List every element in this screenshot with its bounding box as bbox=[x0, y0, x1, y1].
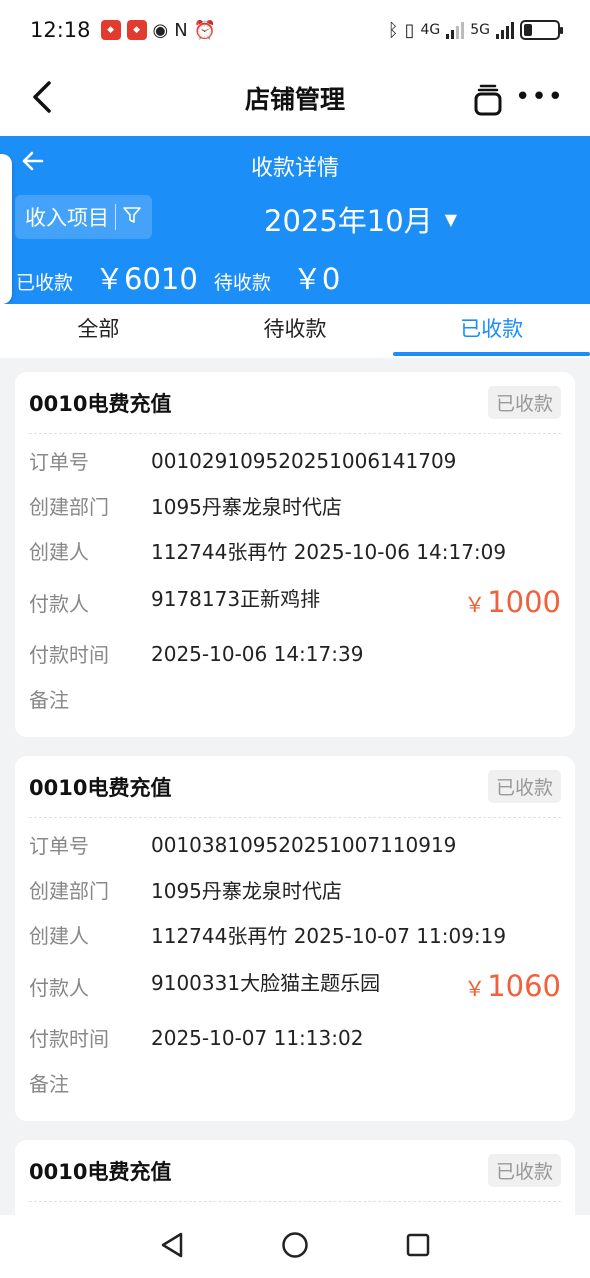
notification-icons: ◆ ◆ ◉ N ⏰ bbox=[100, 19, 217, 41]
order-no-label: 订单号 bbox=[29, 834, 89, 858]
creator-value: 112744张再竹 2025-10-07 11:09:19 bbox=[151, 924, 507, 948]
app-notification-icon: ◆ bbox=[100, 20, 121, 40]
filter-label: 收入项目 bbox=[25, 206, 109, 230]
summary-header: 收款详情 收入项目 2025年10月 ▼ 已收款 ￥6010 待收款 ￥0 bbox=[0, 136, 590, 304]
remark-label: 备注 bbox=[29, 688, 69, 712]
order-no-value: 001038109520251007110919 bbox=[151, 832, 457, 857]
status-badge: 已收款 bbox=[487, 386, 561, 419]
amount: ￥1000 bbox=[464, 585, 561, 619]
payer-label: 付款人 bbox=[29, 975, 89, 1000]
month-selector[interactable]: 2025年10月 ▼ bbox=[264, 198, 457, 240]
pay-time-row: 付款时间 2025-10-06 14:17:39 bbox=[29, 631, 561, 676]
remark-row: 备注 bbox=[29, 676, 561, 721]
payer-row: 付款人 9178173正新鸡排 ￥1000 bbox=[29, 573, 561, 631]
back-triangle-icon[interactable] bbox=[159, 1231, 185, 1263]
payer-row: 付款人 9100331大脸猫主题乐园 ￥1060 bbox=[29, 957, 561, 1015]
order-no-row: 订单号 001038109520251007110919 bbox=[29, 822, 561, 867]
system-icons: ᛒ ▯ 4G 5G bbox=[387, 19, 563, 41]
payer-value: 9178173正新鸡排 bbox=[151, 587, 321, 611]
card-header: 0010电费充值 已收款 bbox=[29, 756, 561, 818]
app-bar: 店铺管理 ••• bbox=[0, 60, 590, 136]
amount-value: 1000 bbox=[487, 585, 561, 619]
network-4g-label: 4G bbox=[420, 22, 441, 38]
item-name: 0010电费充值 bbox=[29, 1159, 172, 1184]
battery-level bbox=[524, 24, 532, 36]
pay-time-value: 2025-10-07 11:13:02 bbox=[151, 1025, 364, 1050]
remark-label: 备注 bbox=[29, 1072, 69, 1096]
dept-value: 1095丹寨龙泉时代店 bbox=[151, 879, 342, 903]
floating-side-handle[interactable] bbox=[0, 154, 12, 304]
tab-received[interactable]: 已收款 bbox=[393, 304, 590, 358]
pay-time-value: 2025-10-06 14:17:39 bbox=[151, 641, 364, 666]
more-horizontal-icon[interactable]: ••• bbox=[515, 82, 564, 112]
received-label: 已收款 bbox=[16, 272, 74, 294]
creator-label: 创建人 bbox=[29, 540, 89, 564]
amount-value: 1060 bbox=[487, 969, 561, 1003]
dept-row: 创建部门 1095丹寨龙泉时代店 bbox=[29, 483, 561, 528]
pending-amount: ￥0 bbox=[292, 262, 341, 296]
network-5g-label: 5G bbox=[470, 22, 490, 38]
income-item-filter-button[interactable]: 收入项目 bbox=[15, 195, 152, 239]
signal-icon bbox=[446, 21, 465, 39]
amount-summary: 已收款 ￥6010 待收款 ￥0 bbox=[16, 256, 356, 298]
payment-card[interactable]: 0010电费充值 已收款 订单号 001038109520251007110919… bbox=[15, 756, 575, 1121]
order-no-label: 订单号 bbox=[29, 450, 89, 474]
app-notification-icon: ◆ bbox=[126, 20, 147, 40]
divider bbox=[115, 204, 116, 230]
card-header: 0010电费充值 已收款 bbox=[29, 1140, 561, 1202]
tab-all[interactable]: 全部 bbox=[0, 304, 197, 358]
item-name: 0010电费充值 bbox=[29, 391, 172, 416]
dept-label: 创建部门 bbox=[29, 879, 109, 903]
vibrate-icon: ▯ bbox=[404, 19, 415, 41]
creator-label: 创建人 bbox=[29, 924, 89, 948]
recents-square-icon[interactable] bbox=[405, 1232, 431, 1262]
dept-label: 创建部门 bbox=[29, 495, 109, 519]
status-badge: 已收款 bbox=[487, 770, 561, 803]
pay-time-label: 付款时间 bbox=[29, 1027, 109, 1051]
order-no-value: 00102910952025100614​1709 bbox=[151, 448, 457, 473]
pending-label: 待收款 bbox=[213, 272, 271, 294]
home-circle-icon[interactable] bbox=[281, 1231, 309, 1263]
bluetooth-icon: ᛒ bbox=[387, 19, 399, 41]
amount: ￥1060 bbox=[464, 969, 561, 1003]
currency-symbol: ￥ bbox=[464, 977, 486, 1001]
payer-value: 9100331大脸猫主题乐园 bbox=[151, 971, 381, 995]
battery-icon bbox=[520, 20, 563, 40]
system-navigation-bar bbox=[0, 1215, 590, 1278]
signal-icon bbox=[496, 21, 514, 39]
status-badge: 已收款 bbox=[487, 1154, 561, 1187]
currency-symbol: ￥ bbox=[464, 593, 486, 617]
caret-down-icon: ▼ bbox=[444, 209, 458, 229]
status-bar: 12:18 ◆ ◆ ◉ N ⏰ ᛒ ▯ 4G 5G bbox=[0, 0, 590, 60]
creator-row: 创建人 112744张再竹 2025-10-06 14:17:09 bbox=[29, 528, 561, 573]
order-no-row: 订单号 00102910952025100614​1709 bbox=[29, 438, 561, 483]
tab-pending[interactable]: 待收款 bbox=[197, 304, 394, 358]
month-label: 2025年10月 bbox=[264, 204, 433, 238]
creator-row: 创建人 112744张再竹 2025-10-07 11:09:19 bbox=[29, 912, 561, 957]
payment-card[interactable]: 0010电费充值 已收款 订单号 00102910952025100614​170… bbox=[15, 372, 575, 737]
card-header: 0010电费充值 已收款 bbox=[29, 372, 561, 434]
remark-row: 备注 bbox=[29, 1060, 561, 1105]
cube-icon[interactable] bbox=[468, 78, 508, 118]
creator-value: 112744张再竹 2025-10-06 14:17:09 bbox=[151, 540, 507, 564]
eye-icon: ◉ bbox=[152, 19, 169, 41]
pay-time-label: 付款时间 bbox=[29, 643, 109, 667]
dept-value: 1095丹寨龙泉时代店 bbox=[151, 495, 342, 519]
section-title: 收款详情 bbox=[250, 156, 339, 181]
filter-icon bbox=[122, 205, 142, 230]
status-time: 12:18 bbox=[30, 18, 91, 42]
dept-row: 创建部门 1095丹寨龙泉时代店 bbox=[29, 867, 561, 912]
received-amount: ￥6010 bbox=[95, 262, 198, 296]
status-tabs: 全部 待收款 已收款 bbox=[0, 304, 590, 358]
nfc-icon: N bbox=[174, 19, 188, 41]
payer-label: 付款人 bbox=[29, 591, 89, 616]
item-name: 0010电费充值 bbox=[29, 775, 172, 800]
alarm-icon: ⏰ bbox=[193, 19, 217, 41]
pay-time-row: 付款时间 2025-10-07 11:13:02 bbox=[29, 1015, 561, 1060]
chevron-left-icon[interactable] bbox=[22, 72, 62, 122]
